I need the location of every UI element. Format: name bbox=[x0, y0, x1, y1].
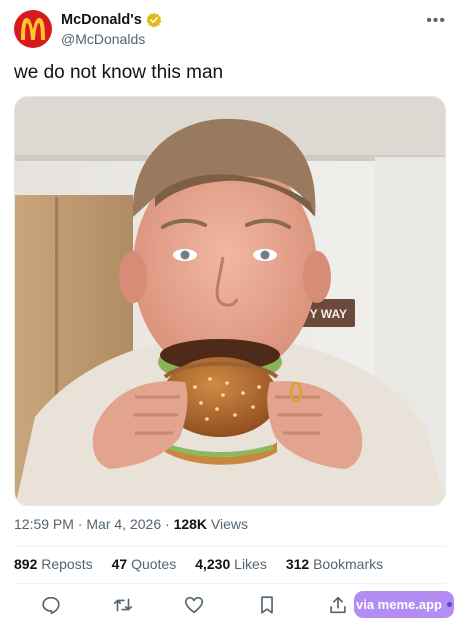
divider bbox=[14, 546, 446, 547]
retweet-icon[interactable] bbox=[112, 594, 134, 616]
reposts-count: 892 bbox=[14, 556, 38, 572]
likes-stat[interactable]: 4,230 Likes bbox=[195, 556, 267, 572]
golden-arches-logo bbox=[21, 18, 45, 40]
tweet-text: we do not know this man bbox=[14, 62, 224, 83]
tweet-meta: 12:59 PM · Mar 4, 2026 · 128K Views bbox=[14, 516, 248, 532]
bookmarks-label: Bookmarks bbox=[313, 556, 384, 572]
more-options-icon[interactable]: ••• bbox=[426, 12, 446, 30]
tweet-media-image[interactable]: ETTY WAY bbox=[14, 96, 446, 506]
likes-count: 4,230 bbox=[195, 556, 231, 572]
watermark-text: via meme.app bbox=[356, 597, 442, 612]
reposts-label: Reposts bbox=[41, 556, 93, 572]
verified-badge-icon bbox=[146, 12, 162, 28]
tweet-header: McDonald's @McDonalds ••• bbox=[14, 10, 446, 50]
handle[interactable]: @McDonalds bbox=[61, 31, 162, 47]
views-count: 128K bbox=[173, 516, 208, 532]
display-name[interactable]: McDonald's bbox=[61, 12, 142, 28]
share-icon[interactable] bbox=[327, 594, 349, 616]
like-icon[interactable] bbox=[183, 594, 205, 616]
tweet-time[interactable]: 12:59 PM bbox=[14, 516, 74, 532]
account-names: McDonald's @McDonalds bbox=[61, 11, 162, 47]
likes-label: Likes bbox=[234, 556, 267, 572]
meta-separator: · bbox=[165, 516, 170, 532]
meme-app-watermark: via meme.app bbox=[354, 591, 454, 618]
views-label: Views bbox=[210, 516, 249, 532]
divider bbox=[14, 583, 446, 584]
bookmark-icon[interactable] bbox=[256, 594, 278, 616]
quotes-label: Quotes bbox=[131, 556, 177, 572]
tweet-date[interactable]: Mar 4, 2026 bbox=[86, 516, 161, 532]
bookmarks-count: 312 bbox=[285, 556, 310, 572]
reposts-stat[interactable]: 892 Reposts bbox=[14, 556, 93, 572]
tweet-stats: 892 Reposts 47 Quotes 4,230 Likes 312 Bo… bbox=[14, 556, 383, 572]
reply-icon[interactable] bbox=[40, 594, 62, 616]
meta-separator: · bbox=[77, 516, 83, 532]
avatar[interactable] bbox=[14, 10, 52, 48]
display-name-row: McDonald's bbox=[61, 11, 162, 29]
quotes-stat[interactable]: 47 Quotes bbox=[112, 556, 177, 572]
bookmarks-stat[interactable]: 312 Bookmarks bbox=[286, 556, 383, 572]
quotes-count: 47 bbox=[111, 556, 128, 572]
watermark-dot-icon bbox=[447, 602, 452, 607]
